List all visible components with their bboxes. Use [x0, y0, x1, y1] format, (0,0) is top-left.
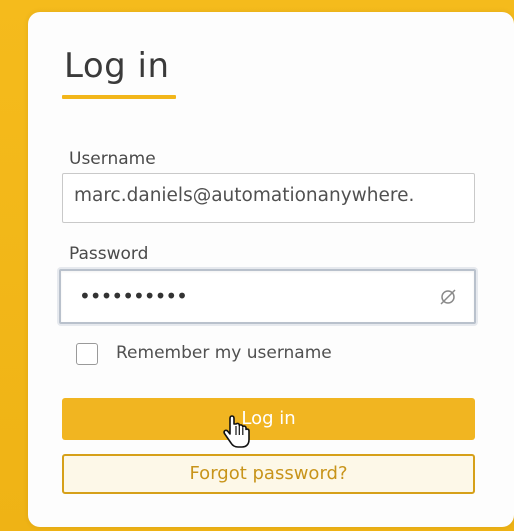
hand-pointer-icon [223, 415, 250, 448]
password-label: Password [69, 244, 149, 264]
page-background: Log in Username marc.daniels@automationa… [0, 0, 514, 531]
eye-slash-icon[interactable] [438, 287, 458, 307]
login-button[interactable]: Log in [62, 398, 475, 440]
username-input[interactable]: marc.daniels@automationanywhere. [62, 173, 475, 223]
login-card: Log in Username marc.daniels@automationa… [28, 12, 514, 527]
password-masked-value: •••••••••• [79, 284, 188, 308]
password-input[interactable]: •••••••••• [59, 269, 476, 324]
username-label: Username [69, 149, 156, 169]
title-underline [62, 95, 176, 99]
remember-label: Remember my username [116, 343, 332, 363]
forgot-password-button[interactable]: Forgot password? [62, 454, 475, 494]
page-title: Log in [64, 46, 170, 86]
remember-checkbox[interactable] [76, 343, 98, 365]
